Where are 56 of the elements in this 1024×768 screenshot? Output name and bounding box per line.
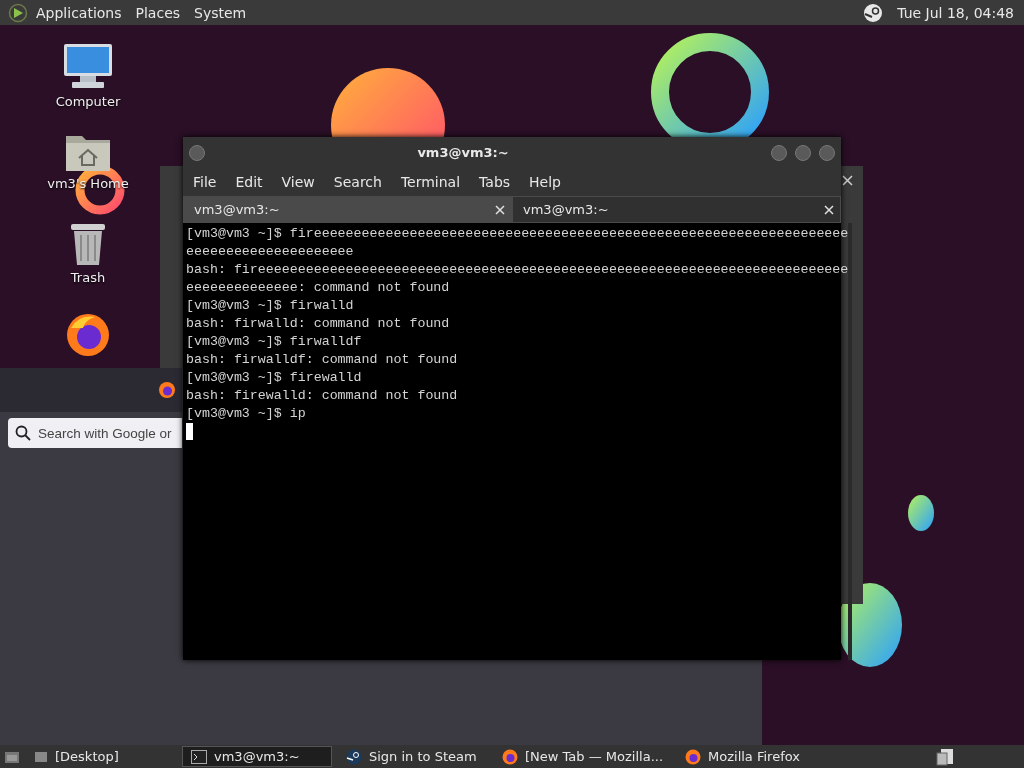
close-button[interactable] — [819, 144, 835, 161]
terminal-line: [vm3@vm3 ~]$ firwalld — [186, 297, 355, 315]
terminal-line: bash: firwalldf: command not found — [186, 351, 459, 369]
address-placeholder: Search with Google or — [38, 425, 172, 441]
firefox-icon — [502, 748, 518, 765]
window-menu-button[interactable] — [189, 144, 205, 161]
scrollbar[interactable] — [848, 223, 853, 660]
trash-icon[interactable] — [69, 222, 107, 266]
logo-icon — [8, 2, 28, 23]
menu-item[interactable]: File — [193, 174, 217, 190]
close-tab-icon[interactable] — [824, 204, 834, 215]
taskbar-item[interactable]: vm3@vm3:~ — [182, 746, 332, 767]
terminal-line: bash: firwalld: command not found — [186, 315, 451, 333]
taskbar-item[interactable]: Mozilla Firefox — [677, 746, 828, 767]
firefox-icon[interactable] — [158, 381, 176, 399]
terminal-line: bash: fireeeeeeeeeeeeeeeeeeeeeeeeeeeeeeeeeeeeeeeeeeeeeeeeeeeeeeeeeeeeeeeeeeeeeeeeee — [186, 261, 849, 279]
address-field[interactable]: Search with Google or — [8, 418, 182, 448]
taskbar-item[interactable]: [Desktop] — [26, 746, 176, 767]
folder-icon — [34, 749, 48, 764]
maximize-button[interactable] — [795, 144, 811, 161]
terminal-line: [vm3@vm3 ~]$ firwalldf — [186, 333, 363, 351]
terminal-line: [vm3@vm3 ~]$ firewalld — [186, 369, 363, 387]
terminal-line: eeeeeeeeeeeeee: command not found — [186, 279, 451, 297]
terminal-line: eeeeeeeeeeeeeeeeeeeee — [186, 243, 355, 261]
panel-menu[interactable]: Places — [135, 4, 181, 21]
terminal-icon — [191, 749, 207, 764]
menu-item[interactable]: Help — [529, 174, 561, 190]
firefox-icon — [685, 748, 702, 765]
close-tab-icon[interactable] — [495, 204, 505, 215]
window-title: vm3@vm3:~ — [416, 145, 510, 160]
minimize-button[interactable] — [771, 144, 787, 161]
close-icon[interactable] — [842, 175, 853, 186]
terminal-line: bash: firewalld: command not found — [186, 387, 459, 405]
menu-item[interactable]: Terminal — [400, 174, 461, 190]
desktop-icon-label[interactable]: Computer — [55, 94, 121, 109]
taskbar-item[interactable]: [New Tab — Mozilla... — [494, 746, 672, 767]
menu-item[interactable]: View — [281, 174, 315, 190]
desktop-icon-label[interactable]: Trash — [70, 270, 106, 285]
menu-item[interactable]: Edit — [235, 174, 263, 190]
menu-item[interactable]: Tabs — [479, 174, 511, 190]
menu-item[interactable]: Search — [333, 174, 382, 190]
terminal-line: [vm3@vm3 ~]$ fireeeeeeeeeeeeeeeeeeeeeeeeeeeeeeeeeeeeeeeeeeeeeeeeeeeeeeeeeeeeeeeeeee — [186, 225, 849, 243]
steam-icon[interactable] — [863, 2, 884, 23]
search-icon — [15, 425, 31, 441]
panel-menu[interactable]: System — [194, 4, 247, 21]
terminal-tab[interactable]: vm3@vm3:~ — [512, 196, 841, 223]
terminal-tab[interactable]: vm3@vm3:~ — [183, 196, 512, 223]
terminal-line: [vm3@vm3 ~]$ ip — [186, 405, 307, 423]
text-cursor — [186, 423, 193, 440]
steam-icon — [346, 748, 362, 765]
panel-menu[interactable]: Applications — [36, 4, 122, 21]
taskbar-item[interactable]: Sign in to Steam — [338, 746, 488, 767]
computer-icon[interactable] — [62, 42, 114, 90]
clock[interactable]: Tue Jul 18, 04:48 — [897, 4, 1014, 21]
workspace-icon[interactable] — [936, 747, 954, 766]
firefox-icon[interactable] — [65, 312, 111, 358]
